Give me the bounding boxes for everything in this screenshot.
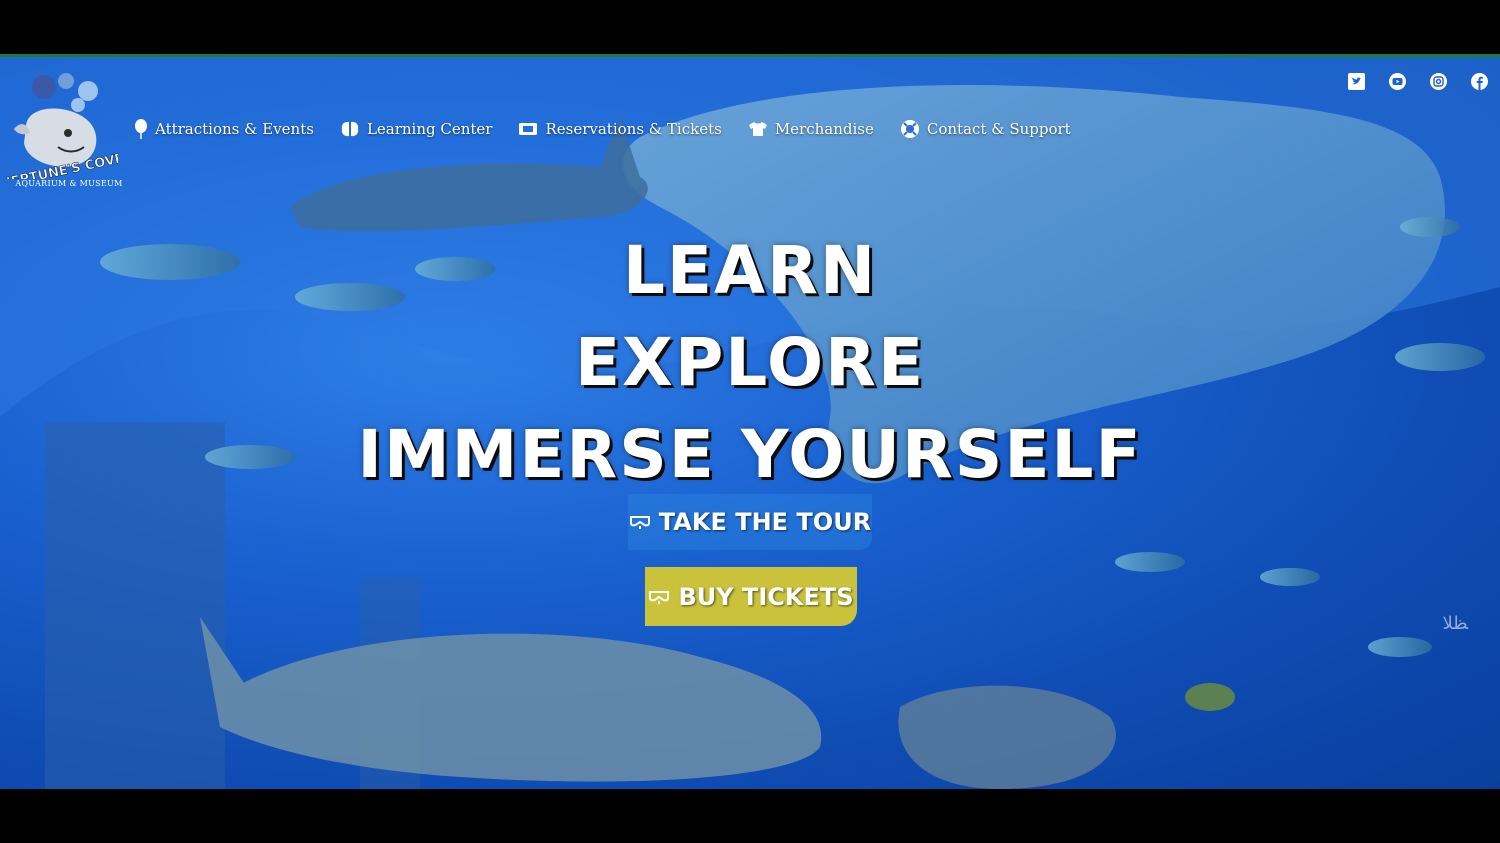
site-logo[interactable]: NEPTUNE'S COVE AQUARIUM & MUSEUM	[0, 67, 125, 197]
headline-line-learn: LEARN	[622, 232, 878, 309]
nav-item-learning-center[interactable]: Learning Center	[340, 120, 493, 138]
brain-icon	[341, 121, 359, 137]
youtube-icon[interactable]	[1389, 73, 1406, 90]
twitter-icon[interactable]	[1348, 73, 1365, 90]
nav-item-attractions-events[interactable]: Attractions & Events	[134, 119, 314, 139]
facebook-icon[interactable]	[1471, 73, 1488, 90]
goggles-icon	[649, 590, 670, 604]
letterbox-bottom	[0, 789, 1500, 843]
tshirt-icon	[748, 122, 767, 136]
whale-logo-icon: NEPTUNE'S COVE	[0, 73, 125, 192]
goggles-icon	[629, 516, 650, 529]
nav-label: Learning Center	[366, 120, 493, 138]
ticket-icon	[519, 123, 538, 135]
nav-label: Contact & Support	[926, 120, 1071, 138]
social-links	[1348, 73, 1488, 90]
nav-item-merchandise[interactable]: Merchandise	[748, 120, 874, 138]
video-watermark: ﻈﻠﺎ	[1442, 613, 1468, 634]
headline-line-immerse: IMMERSE YOURSELF	[357, 416, 1143, 493]
instagram-icon[interactable]	[1430, 73, 1447, 90]
take-the-tour-button[interactable]: TAKE THE TOUR	[628, 494, 872, 550]
buy-tickets-button[interactable]: BUY TICKETS	[645, 567, 857, 626]
buy-tickets-label: BUY TICKETS	[678, 582, 854, 611]
take-the-tour-label: TAKE THE TOUR	[658, 508, 872, 536]
brand-subtitle: AQUARIUM & MUSEUM	[15, 179, 123, 188]
hero-headline: LEARN EXPLORE IMMERSE YOURSELF	[0, 225, 1500, 501]
nav-label: Merchandise	[774, 120, 874, 138]
hero-section: NEPTUNE'S COVE AQUARIUM & MUSEUM Attract…	[0, 57, 1500, 789]
main-nav: Attractions & Events Learning Center Res…	[134, 119, 1071, 139]
nav-item-contact-support[interactable]: Contact & Support	[900, 119, 1071, 139]
nav-label: Reservations & Tickets	[545, 120, 722, 138]
lifebuoy-icon	[900, 120, 919, 138]
nav-label: Attractions & Events	[155, 120, 314, 138]
balloon-icon	[135, 119, 147, 139]
headline-line-explore: EXPLORE	[574, 324, 926, 401]
letterbox-top	[0, 0, 1500, 54]
nav-item-reservations-tickets[interactable]: Reservations & Tickets	[518, 120, 722, 138]
